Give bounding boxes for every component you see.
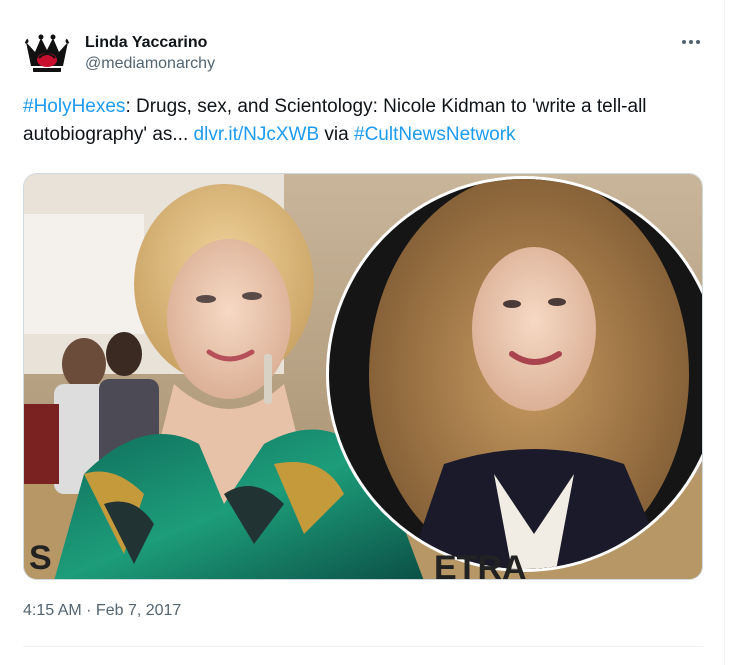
tweet-text-part2: via [319,124,355,145]
tweet-text: #HolyHexes: Drugs, sex, and Scientology:… [23,93,703,149]
hashtag-holyhexes[interactable]: #HolyHexes [23,96,125,117]
more-options-button[interactable] [676,30,706,54]
divider [23,646,703,647]
tweet-link[interactable]: dlvr.it/NJcXWB [194,124,320,145]
crown-logo-icon [23,34,71,72]
tweet-header: Linda Yaccarino @mediamonarchy [23,28,215,76]
avatar[interactable] [23,28,71,76]
sign-text-left: S [29,539,52,577]
tweet-time[interactable]: 4:15 AM [23,602,82,619]
tweet-date[interactable]: Feb 7, 2017 [96,602,181,619]
tweet-media-image[interactable]: S ETRA [23,173,703,580]
media-photo: S ETRA [24,174,702,580]
hashtag-cultnewsnetwork[interactable]: #CultNewsNetwork [354,124,516,145]
tweet-timestamp: 4:15 AM · Feb 7, 2017 [23,600,181,622]
author-names: Linda Yaccarino @mediamonarchy [85,33,215,75]
timestamp-separator: · [81,602,96,619]
tweet-card[interactable]: Linda Yaccarino @mediamonarchy #HolyHexe… [0,0,725,665]
more-horizontal-icon [682,40,700,44]
author-handle[interactable]: @mediamonarchy [85,53,215,75]
sign-text-right: ETRA [434,549,527,580]
author-display-name[interactable]: Linda Yaccarino [85,33,215,53]
